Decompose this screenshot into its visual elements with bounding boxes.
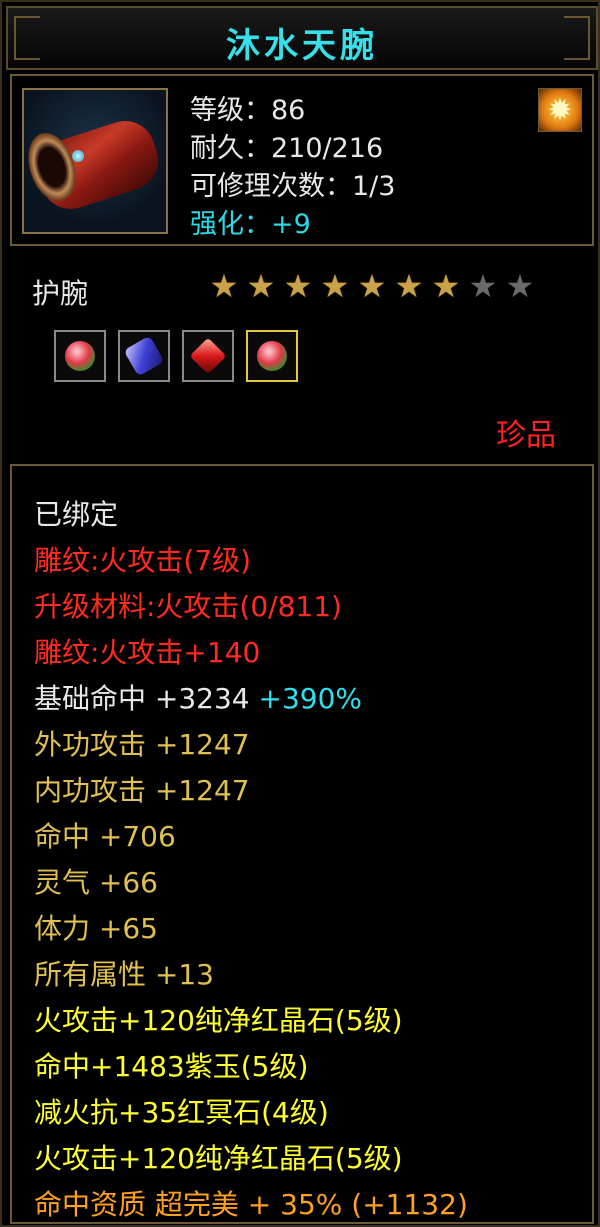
stamina-line: 体力 +65 (34, 912, 158, 945)
inner-attack-line: 内功攻击 +1247 (34, 774, 250, 807)
star-icon: ★ (246, 267, 276, 305)
spirit-line: 灵气 +66 (34, 866, 158, 899)
red-bracer-icon (20, 88, 168, 234)
star-icon: ★ (431, 267, 461, 305)
gem-slots (54, 330, 298, 382)
base-hit-line: 基础命中 +3234 +390% (34, 682, 362, 716)
item-tooltip: 沐水天腕 等级：86 耐久：210/216 可修理次数：1/3 强化：+9 ✹ … (0, 0, 600, 1227)
item-name: 沐水天腕 (226, 26, 378, 66)
item-info-box: 等级：86 耐久：210/216 可修理次数：1/3 强化：+9 ✹ (10, 74, 594, 246)
star-icon: ★ (209, 267, 239, 305)
item-details-box: 已绑定 雕纹:火攻击(7级) 升级材料:火攻击(0/811) 雕纹:火攻击+14… (10, 464, 594, 1224)
quality-line: 命中资质 超完美 + 35% (+1132) (34, 1188, 468, 1221)
title-bar: 沐水天腕 (6, 6, 598, 70)
engrave-bonus-line: 雕纹:火攻击+140 (34, 636, 261, 669)
item-repair-count: 可修理次数：1/3 (190, 171, 396, 202)
gem-effect-line: 减火抗+35红冥石(4级) (34, 1096, 329, 1129)
star-icon: ★ (394, 267, 424, 305)
item-rarity: 珍品 (496, 418, 556, 453)
all-attributes-line: 所有属性 +13 (34, 958, 214, 991)
hit-line: 命中 +706 (34, 820, 176, 853)
base-hit-value: 基础命中 +3234 (34, 682, 250, 715)
flame-swirl-icon: ✹ (538, 88, 582, 132)
engrave-line: 雕纹:火攻击(7级) (34, 544, 252, 577)
star-empty-icon: ★ (505, 267, 535, 305)
base-hit-percent: +390% (258, 682, 363, 715)
star-icon: ★ (320, 267, 350, 305)
gem-effect-line: 火攻击+120纯净红晶石(5级) (34, 1142, 403, 1175)
outer-attack-line: 外功攻击 +1247 (34, 728, 250, 761)
bound-status: 已绑定 (34, 498, 119, 531)
star-rating: ★ ★ ★ ★ ★ ★ ★ ★ ★ (208, 268, 536, 304)
item-durability: 耐久：210/216 (190, 133, 384, 164)
star-empty-icon: ★ (468, 267, 498, 305)
red-crystal-icon[interactable] (182, 330, 234, 382)
red-green-gem-icon[interactable] (54, 330, 106, 382)
star-icon: ★ (357, 267, 387, 305)
item-level: 等级：86 (190, 95, 306, 126)
item-enhance: 强化：+9 (190, 209, 311, 240)
item-type: 护腕 (32, 277, 89, 310)
upgrade-material-line: 升级材料:火攻击(0/811) (34, 590, 342, 623)
blue-jade-gem-icon[interactable] (118, 330, 170, 382)
star-icon: ★ (283, 267, 313, 305)
gem-effect-line: 火攻击+120纯净红晶石(5级) (34, 1004, 403, 1037)
gem-effect-line: 命中+1483紫玉(5级) (34, 1050, 309, 1083)
red-green-gem-icon[interactable] (246, 330, 298, 382)
